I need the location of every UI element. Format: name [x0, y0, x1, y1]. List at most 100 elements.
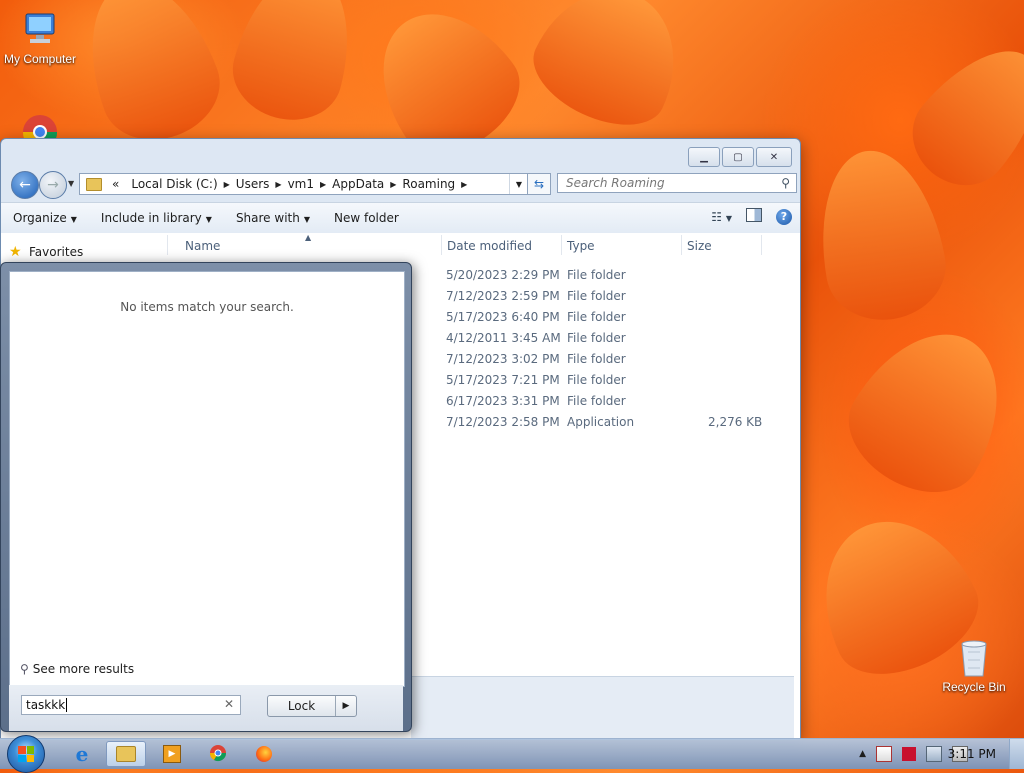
minimize-button[interactable]: ▁	[688, 147, 720, 167]
include-in-library-label: Include in library	[100, 211, 202, 225]
breadcrumb-overflow[interactable]: «	[106, 177, 125, 191]
cell-type: File folder	[567, 331, 626, 345]
maximize-button[interactable]: ▢	[722, 147, 754, 167]
clock[interactable]: 3:11 PM	[948, 747, 996, 761]
desktop-icon-my-computer[interactable]: My Computer	[0, 10, 80, 66]
desktop-icon-chrome[interactable]	[0, 110, 80, 138]
chevron-down-icon: ▼	[205, 215, 212, 224]
navigation-bar: ← → ▼ « Local Disk (C:) ▶ Users ▶ vm1 ▶ …	[9, 171, 797, 199]
preview-pane-button[interactable]	[746, 208, 762, 225]
chrome-icon	[18, 110, 62, 138]
power-options-arrow-icon[interactable]: ▶	[335, 696, 356, 716]
start-search-input[interactable]: taskkk ✕	[21, 695, 241, 715]
star-icon: ★	[9, 244, 22, 260]
back-button[interactable]: ←	[11, 171, 39, 199]
cell-type: File folder	[567, 310, 626, 324]
recent-pages-dropdown[interactable]: ▼	[68, 179, 74, 188]
network-icon[interactable]	[926, 746, 942, 762]
table-row[interactable]: 5/17/2023 6:40 PM File folder	[446, 310, 766, 331]
chevron-down-icon: ▼	[70, 215, 77, 224]
table-row[interactable]: 4/12/2011 3:45 AM File folder	[446, 331, 766, 352]
taskbar-chrome[interactable]	[198, 741, 238, 767]
taskbar-media-player[interactable]: ▶	[152, 741, 192, 767]
address-bar[interactable]: « Local Disk (C:) ▶ Users ▶ vm1 ▶ AppDat…	[79, 173, 529, 195]
minimize-icon: ▁	[700, 151, 708, 163]
clear-search-icon[interactable]: ✕	[224, 697, 234, 711]
show-hidden-icons-button[interactable]: ▲	[859, 749, 866, 759]
chevron-down-icon: ▼	[303, 215, 310, 224]
details-pane	[411, 676, 794, 739]
search-icon[interactable]: ⚲	[781, 176, 790, 190]
file-rows: 5/20/2023 2:29 PM File folder 7/12/2023 2…	[446, 268, 766, 436]
close-icon: ✕	[769, 151, 779, 163]
cell-date: 4/12/2011 3:45 AM	[446, 331, 561, 345]
include-in-library-menu[interactable]: Include in library ▼	[89, 211, 224, 225]
breadcrumb-users[interactable]: Users	[230, 177, 276, 191]
media-player-icon: ▶	[163, 745, 181, 763]
cell-type: File folder	[567, 373, 626, 387]
table-row[interactable]: 7/12/2023 2:58 PM Application 2,276 KB	[446, 415, 766, 436]
cell-date: 5/17/2023 6:40 PM	[446, 310, 560, 324]
view-options-button[interactable]: ☷ ▼	[711, 210, 732, 224]
taskbar-firefox[interactable]	[244, 741, 284, 767]
chevron-down-icon: ▼	[725, 213, 732, 223]
table-row[interactable]: 5/17/2023 7:21 PM File folder	[446, 373, 766, 394]
column-header-row: Name ▲ Date modified Type Size	[1, 233, 762, 257]
breadcrumb-roaming[interactable]: Roaming	[396, 177, 461, 191]
folder-icon	[116, 746, 136, 762]
desktop-icon-label: My Computer	[3, 52, 77, 66]
show-desktop-button[interactable]	[1009, 739, 1024, 769]
table-row[interactable]: 6/17/2023 3:31 PM File folder	[446, 394, 766, 415]
start-menu[interactable]: No items match your search. ⚲ See more re…	[0, 262, 412, 732]
nav-favorites-label: Favorites	[29, 245, 84, 259]
column-header-date-modified[interactable]: Date modified	[447, 239, 532, 253]
column-header-size[interactable]: Size	[687, 239, 712, 253]
column-header-name[interactable]: Name	[185, 239, 220, 253]
start-button[interactable]	[7, 735, 45, 773]
arrow-left-icon: ←	[19, 177, 31, 193]
close-button[interactable]: ✕	[756, 147, 792, 167]
sort-ascending-icon: ▲	[305, 233, 312, 242]
taskbar-windows-explorer[interactable]	[106, 741, 146, 767]
firefox-icon	[256, 746, 272, 762]
arrow-right-icon: →	[47, 177, 59, 193]
taskbar: e ▶ ▲ 3:11 PM	[0, 735, 1024, 773]
table-row[interactable]: 5/20/2023 2:29 PM File folder	[446, 268, 766, 289]
breadcrumb-appdata[interactable]: AppData	[326, 177, 390, 191]
forward-button[interactable]: →	[39, 171, 67, 199]
title-bar[interactable]: ▁ ▢ ✕	[1, 139, 800, 167]
taskbar-internet-explorer[interactable]: e	[62, 741, 102, 767]
breadcrumb-vm1[interactable]: vm1	[282, 177, 320, 191]
folder-icon	[86, 177, 102, 191]
new-folder-label: New folder	[334, 211, 399, 225]
search-box[interactable]: Search Roaming ⚲	[557, 173, 797, 193]
start-search-value: taskkk	[26, 698, 66, 712]
organize-menu[interactable]: Organize ▼	[1, 211, 89, 225]
lock-button[interactable]: Lock ▶	[267, 695, 357, 717]
table-row[interactable]: 7/12/2023 2:59 PM File folder	[446, 289, 766, 310]
help-button[interactable]: ?	[776, 208, 792, 225]
cell-type: File folder	[567, 352, 626, 366]
no-items-message: No items match your search.	[120, 300, 294, 314]
breadcrumb-separator-icon[interactable]: ▶	[461, 180, 467, 189]
cell-date: 7/12/2023 2:59 PM	[446, 289, 560, 303]
cell-size: 2,276 KB	[708, 415, 763, 429]
column-header-type[interactable]: Type	[567, 239, 595, 253]
cell-type: File folder	[567, 394, 626, 408]
share-with-menu[interactable]: Share with ▼	[224, 211, 322, 225]
address-history-dropdown[interactable]: ▼	[508, 174, 528, 194]
table-row[interactable]: 7/12/2023 3:02 PM File folder	[446, 352, 766, 373]
desktop-icon-recycle-bin[interactable]: Recycle Bin	[934, 638, 1014, 694]
start-menu-results: No items match your search. ⚲ See more re…	[9, 271, 405, 687]
security-alert-icon[interactable]	[902, 747, 916, 761]
see-more-results-link[interactable]: ⚲ See more results	[20, 662, 134, 676]
cell-type: File folder	[567, 268, 626, 282]
new-folder-button[interactable]: New folder	[322, 211, 411, 225]
windows-logo-icon	[18, 746, 34, 762]
lock-label: Lock	[287, 699, 316, 713]
recycle-bin-icon	[952, 638, 996, 678]
action-center-flag-icon[interactable]	[876, 746, 892, 762]
nav-favorites[interactable]: ★ Favorites	[9, 244, 84, 260]
refresh-button[interactable]: ⇆	[527, 173, 551, 195]
breadcrumb-local-disk[interactable]: Local Disk (C:)	[125, 177, 223, 191]
